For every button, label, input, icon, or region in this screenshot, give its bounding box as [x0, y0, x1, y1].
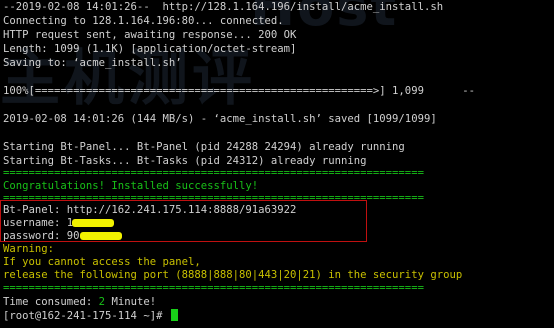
terminal-line: --2019-02-08 14:01:26-- http://128.1.164…: [3, 1, 444, 13]
time-consumed-line: Time consumed: 2 Minute!: [3, 295, 156, 309]
terminal-line: Length: 1099 (1.1K) [application/octet-s…: [3, 43, 297, 55]
terminal-line: Saving to: ‘acme_install.sh’: [3, 57, 182, 69]
warning-label: Warning:: [3, 243, 55, 255]
terminal-scrollbar[interactable]: [548, 0, 554, 328]
prompt-text: [root@162-241-175-114 ~]#: [3, 310, 169, 322]
shell-prompt[interactable]: [root@162-241-175-114 ~]#: [3, 309, 178, 323]
separator-line: ========================================…: [3, 282, 424, 294]
warning-line: release the following port (8888|888|80|…: [3, 269, 463, 281]
terminal-window[interactable]: Host 主机测评 --2019-02-08 14:01:26-- http:/…: [0, 0, 554, 328]
time-consumed-label: Time consumed:: [3, 296, 99, 308]
terminal-line: 2019-02-08 14:01:26 (144 MB/s) - ‘acme_i…: [3, 113, 437, 125]
warning-line: If you cannot access the panel,: [3, 256, 201, 268]
terminal-line: HTTP request sent, awaiting response... …: [3, 29, 297, 41]
time-consumed-unit: Minute!: [105, 296, 157, 308]
credentials-highlight-box: [0, 200, 367, 242]
terminal-line: Starting Bt-Panel... Bt-Panel (pid 24288…: [3, 141, 405, 153]
terminal-line: Connecting to 128.1.164.196:80... connec…: [3, 15, 284, 27]
separator-line: ========================================…: [3, 167, 424, 179]
terminal-cursor: [170, 309, 178, 321]
download-progress-line: 100%[===================================…: [3, 85, 475, 97]
